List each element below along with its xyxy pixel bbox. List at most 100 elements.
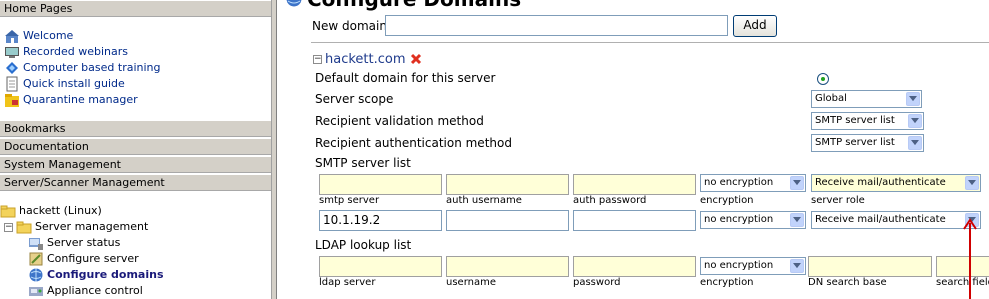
recipient-validation-select[interactable]: SMTP server list — [811, 112, 924, 130]
server-role-select[interactable]: Receive mail/authenticate — [811, 211, 981, 229]
ldap-encryption-new-select[interactable]: no encryption — [700, 257, 806, 275]
select-value: Global — [815, 93, 847, 104]
domain-name-link[interactable]: hackett.com — [325, 52, 406, 67]
new-domain-input[interactable] — [385, 15, 728, 36]
select-value: SMTP server list — [815, 115, 895, 126]
smtp-list-heading: SMTP server list — [315, 156, 411, 170]
page-title: Configure Domains — [285, 0, 521, 11]
default-domain-label: Default domain for this server — [315, 71, 496, 85]
configure-server-icon — [29, 252, 43, 266]
appliance-icon — [29, 287, 43, 296]
chevron-down-icon — [790, 213, 804, 227]
tree-item-server-status[interactable]: Server status — [28, 235, 120, 251]
home-icon — [5, 30, 19, 43]
select-value: no encryption — [704, 260, 774, 271]
select-value: no encryption — [704, 177, 774, 188]
ldap-password-new-input[interactable] — [573, 256, 696, 277]
nav-link-recorded-webinars[interactable]: Recorded webinars — [4, 44, 128, 60]
select-value: SMTP server list — [815, 137, 895, 148]
auth-password-new-input[interactable] — [573, 174, 696, 195]
folder-icon — [0, 205, 16, 218]
page-title-text: Configure Domains — [307, 0, 521, 11]
configure-domains-panel: Configure Domains New domain Add − hacke… — [285, 0, 989, 299]
default-domain-radio[interactable] — [817, 73, 829, 85]
dn-search-base-new-input[interactable] — [808, 256, 932, 277]
ldap-list-heading: LDAP lookup list — [315, 238, 412, 252]
configure-domains-icon — [286, 0, 302, 7]
chevron-down-icon — [908, 114, 922, 128]
select-value: Receive mail/authenticate — [815, 214, 946, 225]
collapse-toggle-icon[interactable]: − — [4, 222, 13, 232]
column-header: auth username — [446, 195, 522, 206]
nav-section-bookmarks[interactable]: Bookmarks — [0, 120, 271, 137]
chevron-down-icon — [790, 176, 804, 190]
auth-password-input[interactable] — [573, 210, 696, 231]
nav-link-label: Computer based training — [23, 61, 161, 74]
chevron-down-icon — [908, 136, 922, 150]
encryption-select[interactable]: no encryption — [700, 211, 806, 229]
ldap-username-new-input[interactable] — [446, 256, 569, 277]
server-scope-label: Server scope — [315, 92, 394, 106]
quarantine-icon — [5, 94, 19, 107]
delete-icon[interactable] — [410, 53, 422, 65]
column-header: encryption — [700, 195, 754, 206]
nav-section-system-management[interactable]: System Management — [0, 156, 271, 173]
tree-node-server-management[interactable]: − Server management — [4, 219, 148, 235]
domain-header: − hackett.com — [313, 51, 422, 67]
column-header: smtp server — [319, 195, 380, 206]
column-header: ldap server — [319, 277, 376, 288]
chevron-down-icon — [965, 176, 979, 190]
select-value: no encryption — [704, 214, 774, 225]
gutter — [277, 0, 285, 299]
add-domain-button[interactable]: Add — [733, 15, 777, 37]
recipient-auth-select[interactable]: SMTP server list — [811, 134, 924, 152]
document-icon — [6, 76, 18, 92]
column-header: encryption — [700, 277, 754, 288]
tree-item-label: Configure server — [47, 252, 139, 265]
nav-section-server-scanner-management[interactable]: Server/Scanner Management — [0, 174, 271, 191]
nav-link-label: Quarantine manager — [23, 93, 138, 106]
annotation-arrow-icon — [963, 218, 977, 299]
tree-item-configure-server[interactable]: Configure server — [28, 251, 139, 267]
smtp-server-input[interactable]: 10.1.19.2 — [319, 210, 442, 231]
chevron-down-icon — [906, 92, 920, 106]
tree-item-configure-domains[interactable]: Configure domains — [28, 267, 164, 283]
new-domain-label: New domain — [312, 19, 387, 33]
encryption-new-select[interactable]: no encryption — [700, 174, 806, 192]
ldap-server-new-input[interactable] — [319, 256, 442, 277]
collapse-toggle-icon[interactable]: − — [313, 54, 322, 64]
nav-link-computer-based-training[interactable]: Computer based training — [4, 60, 161, 76]
select-value: Receive mail/authenticate — [815, 177, 946, 188]
divider — [311, 42, 989, 43]
nav-link-quarantine-manager[interactable]: Quarantine manager — [4, 92, 138, 108]
nav-link-welcome[interactable]: Welcome — [4, 28, 73, 44]
chevron-down-icon — [790, 259, 804, 273]
column-header: DN search base — [808, 277, 887, 288]
column-header: auth password — [573, 195, 647, 206]
tree-node-label: hackett (Linux) — [19, 204, 102, 217]
auth-username-new-input[interactable] — [446, 174, 569, 195]
recipient-validation-label: Recipient validation method — [315, 114, 484, 128]
folder-open-icon — [16, 221, 32, 234]
nav-link-label: Quick install guide — [23, 77, 125, 90]
tree-item-label: Server status — [47, 236, 121, 249]
smtp-server-new-input[interactable] — [319, 174, 442, 195]
auth-username-input[interactable] — [446, 210, 569, 231]
server-status-icon — [29, 238, 43, 250]
tree-node-label: Server management — [35, 220, 149, 233]
tree-item-label: Configure domains — [47, 268, 164, 281]
tree-item-appliance-control[interactable]: Appliance control — [28, 283, 143, 299]
webinar-icon — [5, 47, 19, 58]
configure-domains-icon — [29, 268, 43, 282]
nav-link-quick-install-guide[interactable]: Quick install guide — [4, 76, 125, 92]
server-role-new-select[interactable]: Receive mail/authenticate — [811, 174, 981, 192]
nav-section-home-pages[interactable]: Home Pages — [0, 0, 271, 17]
navigation-panel: Home Pages Welcome Recorded webinars Com… — [0, 0, 271, 299]
tree-node-hackett[interactable]: hackett (Linux) — [0, 203, 102, 219]
column-header: password — [573, 277, 621, 288]
column-header: username — [446, 277, 496, 288]
nav-link-label: Recorded webinars — [23, 45, 129, 58]
nav-section-documentation[interactable]: Documentation — [0, 138, 271, 155]
server-scope-select[interactable]: Global — [811, 90, 922, 108]
tree-item-label: Appliance control — [47, 284, 143, 297]
